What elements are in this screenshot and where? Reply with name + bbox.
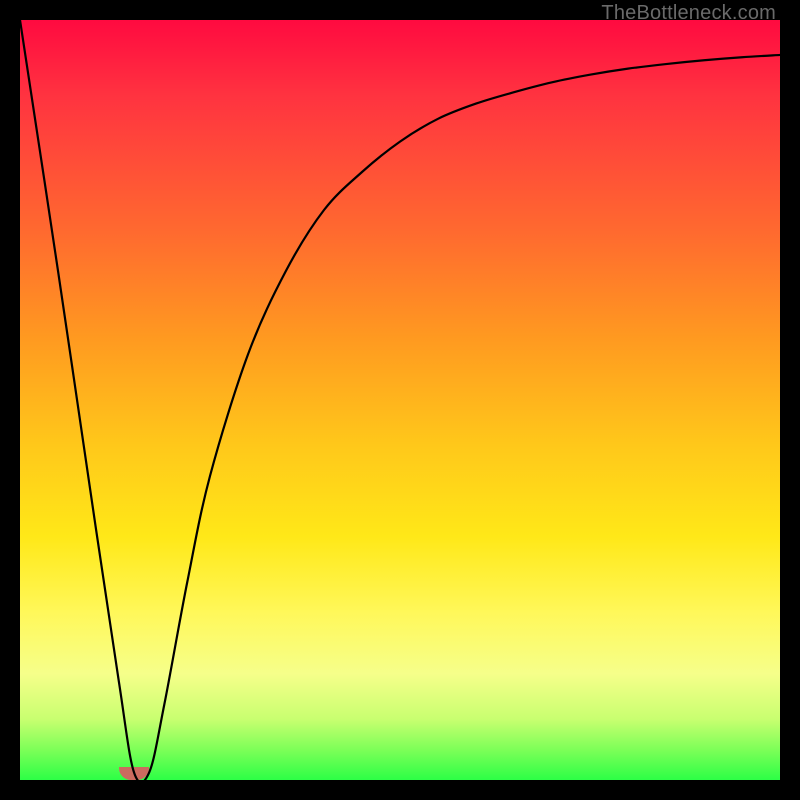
plot-area — [20, 20, 780, 780]
bottleneck-curve — [20, 20, 780, 780]
chart-frame: TheBottleneck.com — [0, 0, 800, 800]
